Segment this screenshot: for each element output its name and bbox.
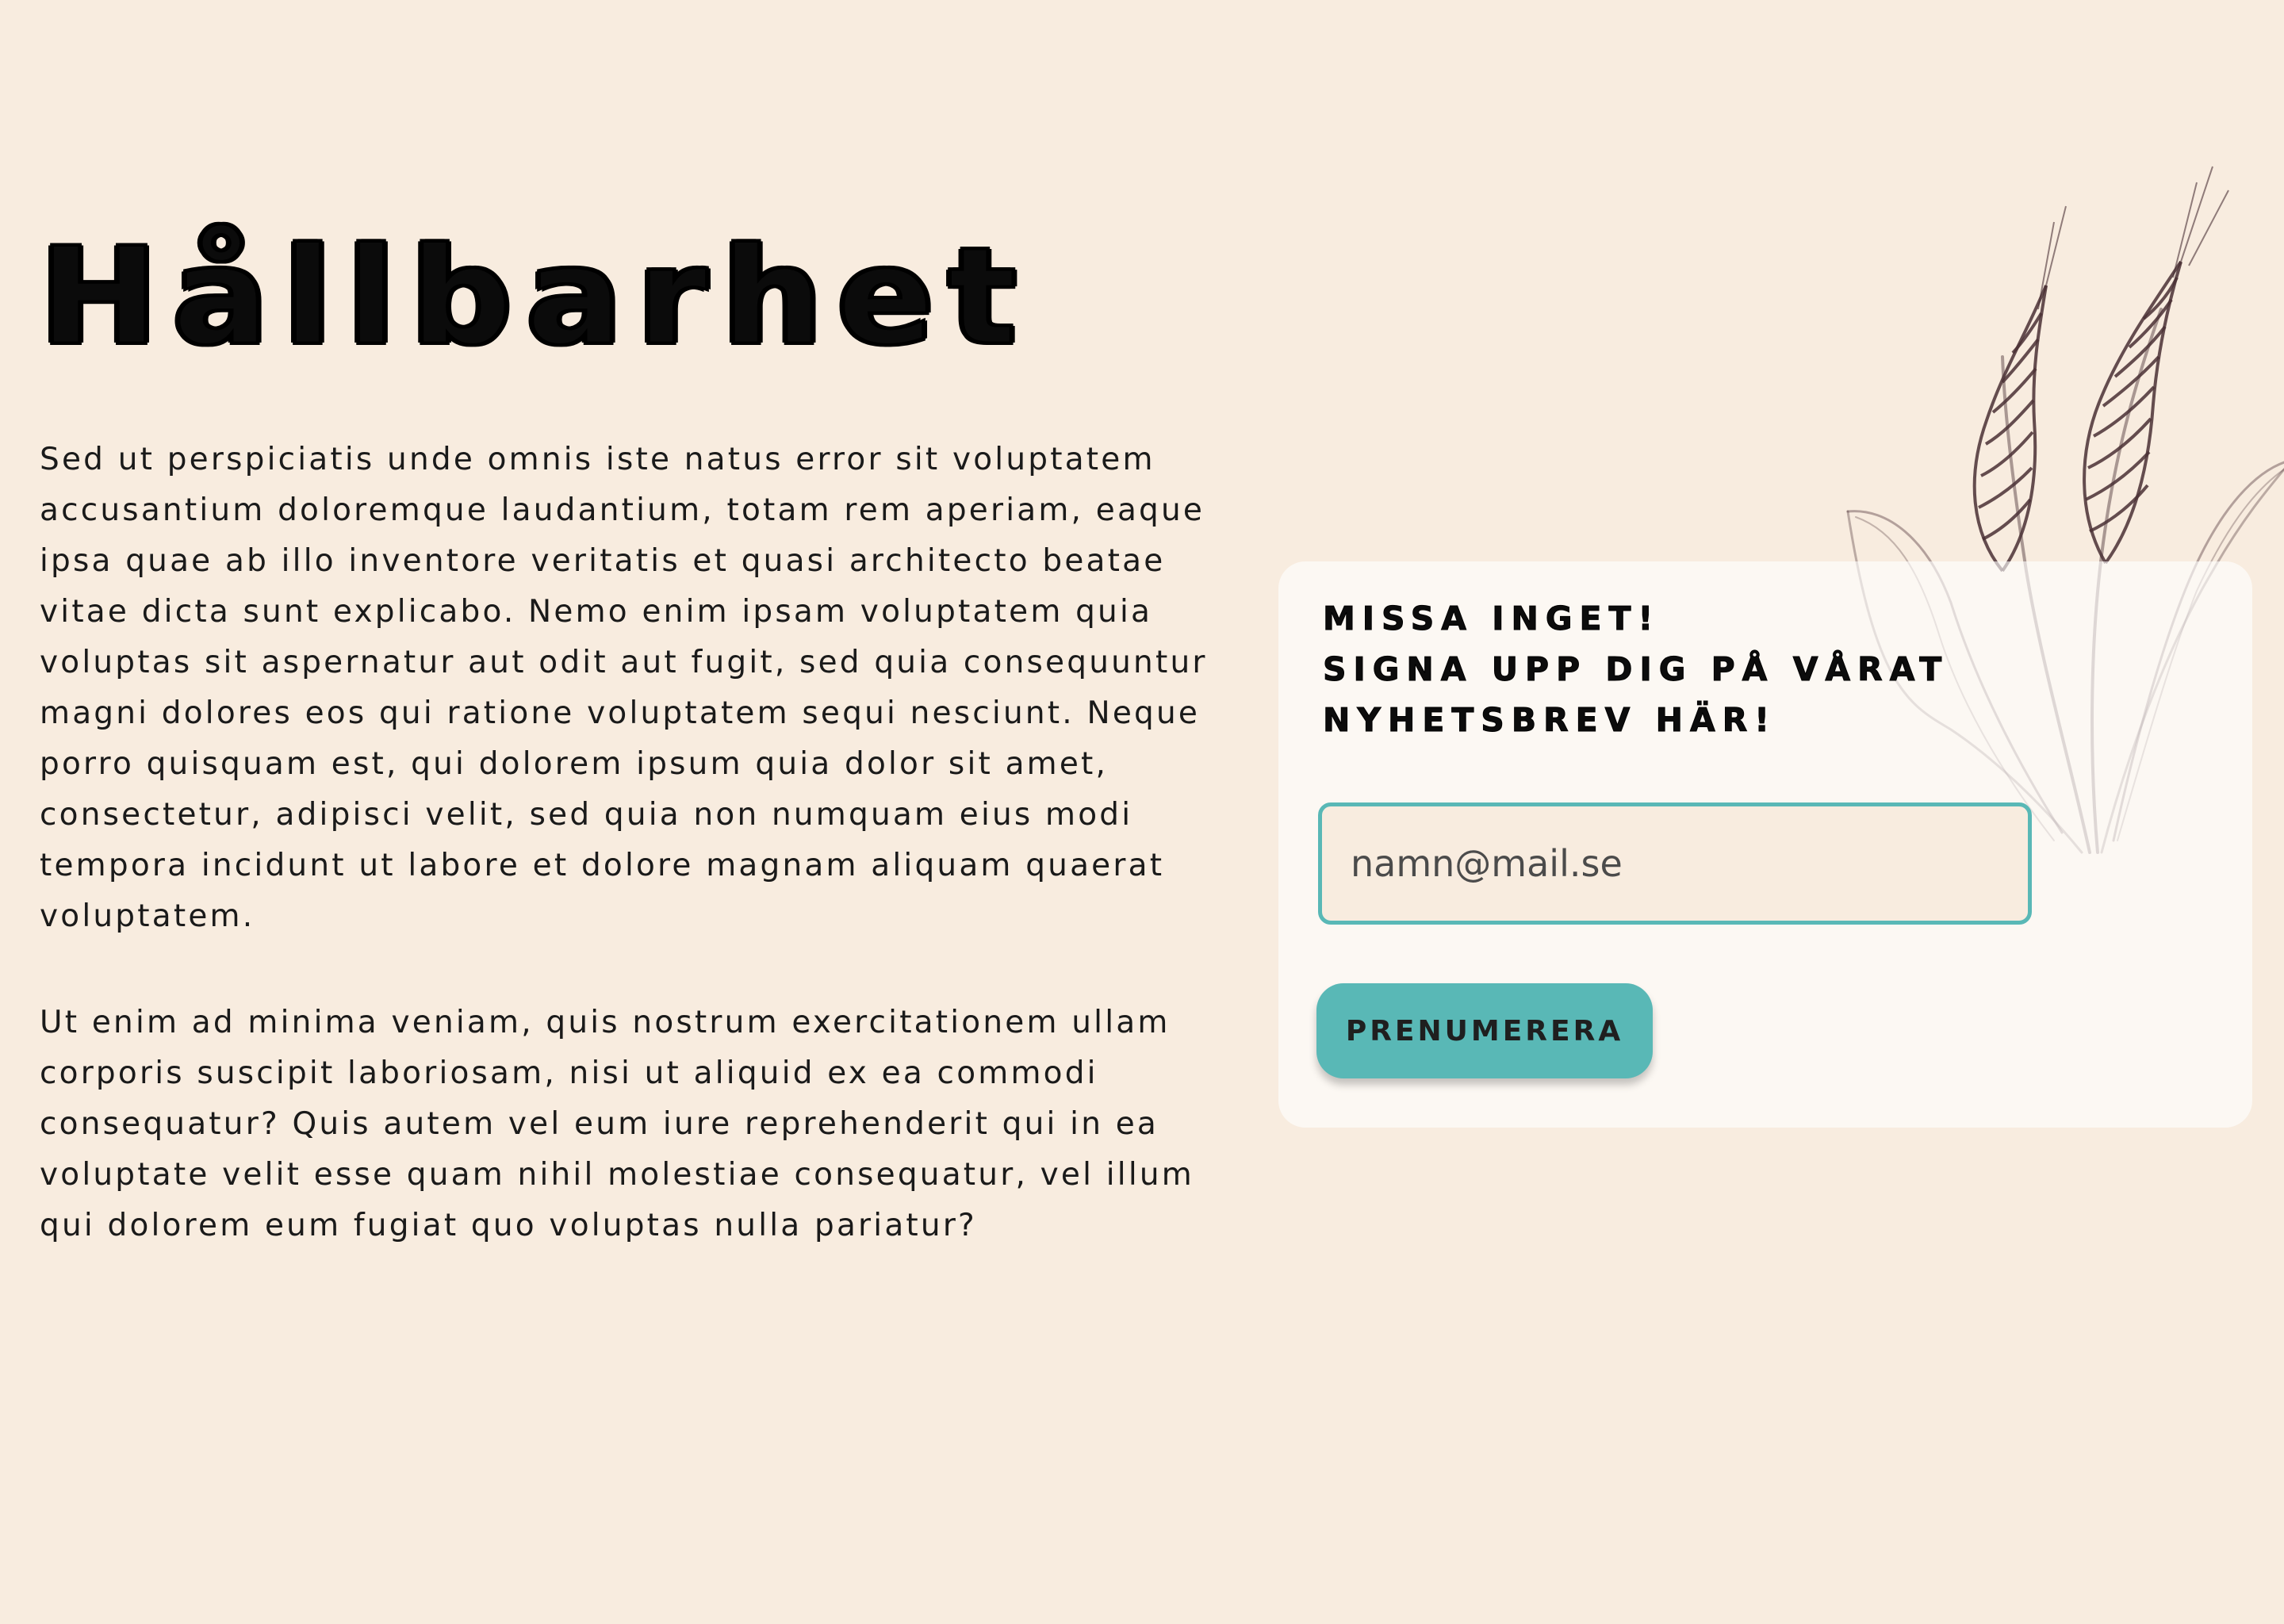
- newsletter-heading-line: MISSA INGET!: [1322, 599, 1661, 638]
- main-content: Hållbarhet Sed ut perspiciatis unde omni…: [38, 229, 1213, 1251]
- email-input[interactable]: [1318, 802, 2032, 925]
- body-paragraph: Sed ut perspiciatis unde omnis iste natu…: [40, 442, 1208, 934]
- newsletter-heading-line: NYHETSBREV HÄR!: [1322, 701, 1776, 740]
- subscribe-button[interactable]: PRENUMERERA: [1316, 983, 1653, 1078]
- newsletter-card: MISSA INGET! SIGNA UPP DIG PÅ VÅRAT NYHE…: [1278, 561, 2252, 1128]
- newsletter-heading-line: SIGNA UPP DIG PÅ VÅRAT: [1322, 650, 1949, 689]
- body-paragraph: Ut enim ad minima veniam, quis nostrum e…: [40, 1005, 1194, 1243]
- page-title: Hållbarhet: [38, 219, 1032, 374]
- page: Hållbarhet Sed ut perspiciatis unde omni…: [0, 0, 2284, 1624]
- newsletter-heading: MISSA INGET! SIGNA UPP DIG PÅ VÅRAT NYHE…: [1322, 593, 1949, 745]
